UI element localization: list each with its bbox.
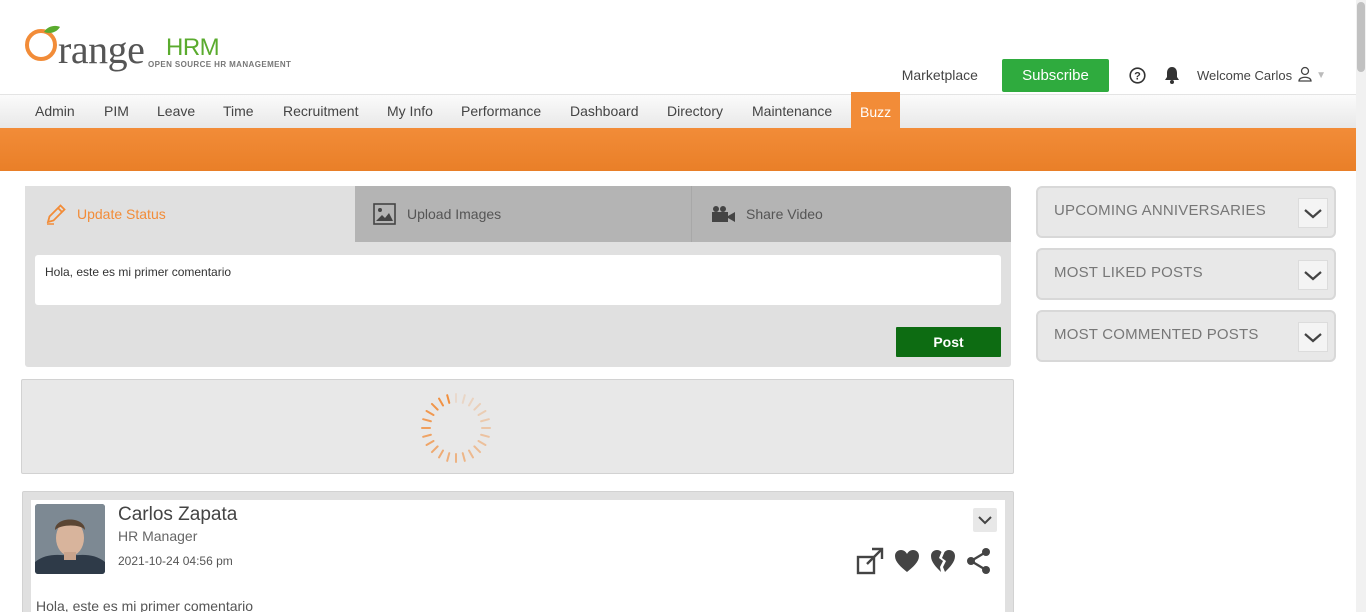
- spinner-tick: [438, 449, 444, 459]
- status-composer: Update Status Upload Images Share Video …: [25, 186, 1011, 367]
- nav-performance[interactable]: Performance: [461, 95, 541, 129]
- bell-icon[interactable]: [1163, 66, 1181, 84]
- nav-maintenance[interactable]: Maintenance: [752, 95, 832, 129]
- tab-share-video-label: Share Video: [746, 206, 823, 222]
- tab-share-video[interactable]: Share Video: [692, 186, 1011, 242]
- widget-title: MOST LIKED POSTS: [1054, 264, 1203, 281]
- pencil-icon: [45, 203, 67, 225]
- spinner-tick: [480, 433, 490, 438]
- spinner-tick: [477, 410, 487, 416]
- spinner-tick: [422, 418, 432, 423]
- post-body: Carlos Zapata HR Manager 2021-10-24 04:5…: [31, 500, 1005, 612]
- svg-text:?: ?: [1135, 70, 1142, 82]
- buzz-page: range HRM OPEN SOURCE HR MANAGEMENT Mark…: [0, 0, 1366, 612]
- status-text-input[interactable]: Hola, este es mi primer comentario: [35, 255, 1001, 305]
- post-content: Hola, este es mi primer comentario: [36, 598, 254, 612]
- chevron-down-icon[interactable]: [1298, 260, 1328, 290]
- nav-admin[interactable]: Admin: [35, 95, 75, 129]
- main-nav: Admin PIM Leave Time Recruitment My Info…: [0, 92, 1356, 129]
- post-actions: [855, 546, 1001, 576]
- nav-dashboard[interactable]: Dashboard: [570, 95, 639, 129]
- logo-hrm: HRM: [166, 34, 220, 61]
- composer-tabs: Update Status Upload Images Share Video: [25, 186, 1011, 242]
- image-icon: [373, 203, 397, 225]
- tab-update-status[interactable]: Update Status: [25, 186, 355, 242]
- post-options-dropdown[interactable]: [973, 508, 997, 532]
- widget-most-commented-posts[interactable]: MOST COMMENTED POSTS: [1036, 310, 1336, 362]
- spinner-tick: [438, 397, 444, 407]
- avatar[interactable]: [35, 504, 105, 574]
- logo-tagline: OPEN SOURCE HR MANAGEMENT: [148, 60, 292, 69]
- post-author-name[interactable]: Carlos Zapata: [118, 504, 237, 526]
- nav-time[interactable]: Time: [223, 95, 254, 129]
- spinner-tick: [425, 410, 435, 416]
- like-heart-icon[interactable]: [893, 547, 921, 575]
- chevron-down-icon: [978, 516, 992, 525]
- nav-pim[interactable]: PIM: [104, 95, 129, 129]
- spinner-tick: [461, 452, 466, 462]
- spinner-tick: [422, 433, 432, 438]
- unlike-broken-heart-icon[interactable]: [929, 547, 957, 575]
- spinner-tick: [430, 402, 439, 411]
- welcome-text: Welcome Carlos: [1196, 67, 1293, 83]
- tab-upload-images-label: Upload Images: [407, 206, 502, 222]
- spinner-tick: [477, 440, 487, 446]
- nav-buzz[interactable]: Buzz: [851, 92, 901, 129]
- spinner-tick: [468, 449, 474, 459]
- caret-down-icon: ▼: [1316, 69, 1326, 81]
- tab-update-status-label: Update Status: [77, 206, 166, 222]
- spinner-tick: [430, 445, 439, 454]
- logo-wordmark: range: [58, 27, 145, 72]
- nav-leave[interactable]: Leave: [157, 95, 195, 129]
- nav-my-info[interactable]: My Info: [387, 95, 433, 129]
- post-button[interactable]: Post: [896, 327, 1001, 357]
- spinner-tick: [473, 445, 482, 454]
- video-camera-icon: [710, 205, 736, 223]
- nav-recruitment[interactable]: Recruitment: [283, 95, 358, 129]
- widget-upcoming-anniversaries[interactable]: UPCOMING ANNIVERSARIES: [1036, 186, 1336, 238]
- page-header-bar: [0, 128, 1356, 171]
- widget-title: UPCOMING ANNIVERSARIES: [1054, 202, 1266, 219]
- help-icon[interactable]: ?: [1129, 66, 1147, 84]
- spinner-tick: [480, 418, 490, 423]
- orangehrm-logo[interactable]: range HRM OPEN SOURCE HR MANAGEMENT: [24, 12, 314, 76]
- share-post-icon[interactable]: [855, 546, 885, 576]
- widget-title: MOST COMMENTED POSTS: [1054, 326, 1259, 343]
- nav-directory[interactable]: Directory: [667, 95, 723, 129]
- tab-upload-images[interactable]: Upload Images: [355, 186, 692, 242]
- spinner-tick: [473, 402, 482, 411]
- share-icon[interactable]: [965, 547, 993, 575]
- post-date: 2021-10-24 04:56 pm: [118, 554, 233, 568]
- orange-logo-icon: [25, 25, 60, 61]
- spinner-tick: [461, 394, 466, 404]
- spinner-tick: [425, 440, 435, 446]
- scrollbar-thumb[interactable]: [1357, 2, 1365, 72]
- subscribe-button[interactable]: Subscribe: [1001, 58, 1109, 92]
- user-icon: [1298, 66, 1312, 85]
- widget-most-liked-posts[interactable]: MOST LIKED POSTS: [1036, 248, 1336, 300]
- spinner-tick: [446, 452, 451, 462]
- chevron-down-icon[interactable]: [1298, 198, 1328, 228]
- marketplace-link[interactable]: Marketplace: [902, 67, 978, 83]
- spinner-tick: [446, 394, 451, 404]
- header-actions: Marketplace Subscribe ? Welcome Carlos ▼: [902, 58, 1326, 92]
- chevron-down-icon[interactable]: [1298, 322, 1328, 352]
- loading-panel: [21, 379, 1014, 474]
- loading-spinner-icon: [421, 393, 491, 463]
- spinner-tick: [468, 397, 474, 407]
- welcome-menu[interactable]: Welcome Carlos ▼: [1197, 66, 1326, 85]
- post-author-job-title: HR Manager: [118, 528, 198, 544]
- buzz-post: Carlos Zapata HR Manager 2021-10-24 04:5…: [22, 491, 1014, 612]
- scrollbar[interactable]: [1356, 0, 1366, 612]
